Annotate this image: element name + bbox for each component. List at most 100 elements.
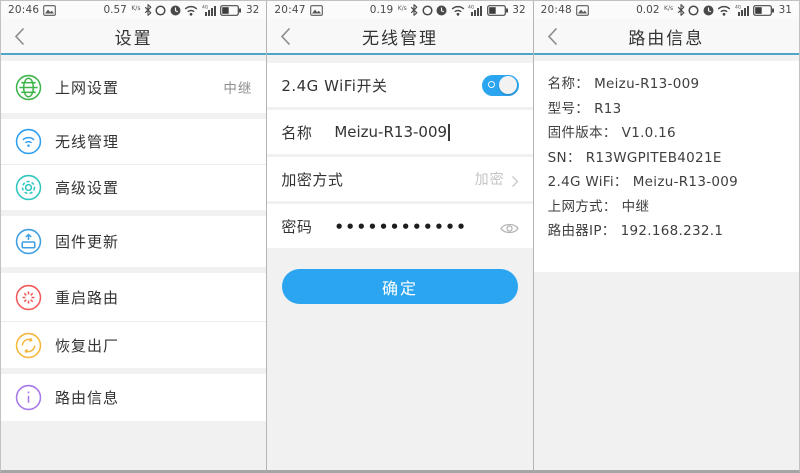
status-bar: 20:46 0.57 K/s 4G 32 [1, 1, 267, 19]
alarm-clock-icon [703, 5, 714, 16]
ring-mode-icon [688, 4, 699, 16]
ssid-row: 名称 Meizu-R13-009 [267, 110, 533, 154]
firmware-icon [15, 228, 42, 255]
info-line-name: 名称： Meizu-R13-009 [547, 76, 700, 92]
wireless-form: 2.4G WiFi开关 名称 Meizu-R13-009 加密方式 加密 密码 … [267, 55, 533, 470]
battery-icon [753, 4, 775, 16]
network-speed-unit: K/s [664, 5, 674, 12]
battery-percent: 32 [245, 4, 260, 16]
menu-label: 恢复出厂 [55, 336, 120, 355]
info-icon [15, 384, 42, 411]
menu-label: 上网设置 [55, 78, 120, 97]
gallery-icon [309, 4, 323, 16]
wireless-management-screen: 20:47 0.19 K/s 4G 32 无线管理 2.4G WiFi开关 名称… [266, 1, 533, 470]
wifi-status-icon [451, 5, 465, 16]
battery-percent: 32 [512, 4, 526, 16]
wifi-switch-row: 2.4G WiFi开关 [267, 63, 533, 107]
menu-item-advanced[interactable]: 高级设置 [1, 164, 267, 210]
back-button[interactable] [547, 27, 559, 46]
cell-signal-icon: 4G [468, 4, 483, 16]
router-info-screen: 20:48 0.02 K/s 4G 31 路由信息 名称： Meizu-R13-00… [532, 1, 799, 470]
gallery-icon [576, 4, 589, 16]
network-speed-unit: K/s [131, 5, 141, 12]
menu-item-router-info[interactable]: 路由信息 [1, 374, 266, 421]
text-cursor [448, 123, 450, 141]
info-line-model: 型号： R13 [547, 100, 622, 117]
cell-signal-icon: 4G [735, 4, 750, 16]
menu-label: 无线管理 [55, 133, 120, 151]
confirm-button[interactable]: 确定 [282, 269, 518, 304]
info-line-wifi: 2.4G WiFi： Meizu-R13-009 [547, 174, 739, 190]
battery-icon [486, 4, 508, 16]
toggle-ring-mark [487, 81, 495, 88]
back-button[interactable] [14, 27, 26, 46]
toggle-knob [499, 76, 518, 94]
battery-percent: 31 [778, 4, 792, 16]
settings-screen: 20:46 0.57 K/s 4G 32 设置 上网设置 中继 无线管理 高级设… [1, 1, 267, 470]
restart-icon [15, 284, 42, 311]
wifi-status-icon [184, 5, 198, 16]
gear-icon [15, 174, 42, 201]
bluetooth-icon [410, 4, 418, 16]
menu-item-factory-reset[interactable]: 恢复出厂 [1, 321, 267, 368]
app-header: 无线管理 [267, 19, 533, 53]
network-speed: 0.57 [103, 4, 127, 16]
status-bar: 20:47 0.19 K/s 4G 32 [267, 1, 533, 19]
wifi-switch-label: 2.4G WiFi开关 [281, 76, 388, 95]
router-info-card: 名称： Meizu-R13-009 型号： R13 固件版本： V1.0.16 SN：… [533, 61, 799, 272]
menu-label: 固件更新 [55, 233, 120, 251]
svg-text:4G: 4G [735, 5, 742, 11]
password-row: 密码 •••••••••••• [267, 204, 533, 248]
wifi-toggle[interactable] [481, 74, 519, 96]
page-title: 无线管理 [361, 28, 438, 49]
info-line-firmware: 固件版本： V1.0.16 [547, 125, 676, 141]
alarm-clock-icon [436, 5, 447, 16]
alarm-clock-icon [170, 5, 181, 16]
status-bar: 20:48 0.02 K/s 4G 31 [533, 1, 799, 19]
app-header: 路由信息 [533, 19, 799, 53]
globe-icon [15, 74, 42, 101]
menu-label: 高级设置 [55, 179, 120, 197]
show-password-eye-icon[interactable] [499, 220, 519, 233]
menu-item-firmware[interactable]: 固件更新 [1, 216, 266, 267]
clock-time: 20:48 [540, 4, 572, 16]
back-button[interactable] [280, 27, 292, 46]
network-speed-unit: K/s [397, 5, 407, 12]
wifi-status-icon [717, 5, 731, 16]
clock-time: 20:46 [8, 4, 40, 16]
svg-text:4G: 4G [468, 5, 475, 11]
network-speed: 0.19 [369, 4, 394, 16]
ssid-input[interactable]: Meizu-R13-009 [334, 123, 447, 141]
network-speed: 0.02 [636, 4, 660, 16]
menu-label: 重启路由 [55, 288, 120, 307]
clock-time: 20:47 [274, 4, 306, 16]
ssid-label: 名称 [281, 123, 313, 142]
password-label: 密码 [281, 217, 313, 236]
app-header: 设置 [1, 19, 267, 53]
screenshot-root: 20:46 0.57 K/s 4G 32 设置 上网设置 中继 无线管理 高级设… [0, 0, 800, 473]
chevron-right-icon [511, 173, 519, 187]
page-title: 设置 [114, 28, 153, 49]
info-line-sn: SN： R13WGPITEB4021E [547, 149, 722, 166]
encryption-value: 加密 [474, 172, 505, 188]
info-line-mode: 上网方式： 中继 [547, 198, 650, 215]
wifi-icon [15, 128, 42, 155]
bluetooth-icon [677, 4, 685, 16]
menu-item-restart[interactable]: 重启路由 [1, 273, 266, 321]
gallery-icon [43, 4, 57, 16]
encryption-row[interactable]: 加密方式 加密 [267, 157, 533, 201]
svg-text:4G: 4G [202, 5, 209, 11]
router-info-content: 名称： Meizu-R13-009 型号： R13 固件版本： V1.0.16 SN：… [533, 55, 799, 470]
menu-item-internet-setup[interactable]: 上网设置 中继 [1, 61, 266, 113]
menu-value: 中继 [223, 81, 253, 97]
settings-menu: 上网设置 中继 无线管理 高级设置 固件更新 重启路由 恢复出厂 路由信息 [1, 55, 267, 470]
encryption-label: 加密方式 [281, 170, 344, 189]
page-title: 路由信息 [628, 28, 705, 49]
menu-label: 路由信息 [55, 389, 120, 407]
menu-item-wireless[interactable]: 无线管理 [1, 119, 266, 164]
ring-mode-icon [422, 4, 433, 16]
bluetooth-icon [144, 4, 152, 16]
cell-signal-icon: 4G [202, 4, 217, 16]
password-input[interactable]: •••••••••••• [334, 218, 467, 236]
factory-reset-icon [15, 332, 42, 359]
